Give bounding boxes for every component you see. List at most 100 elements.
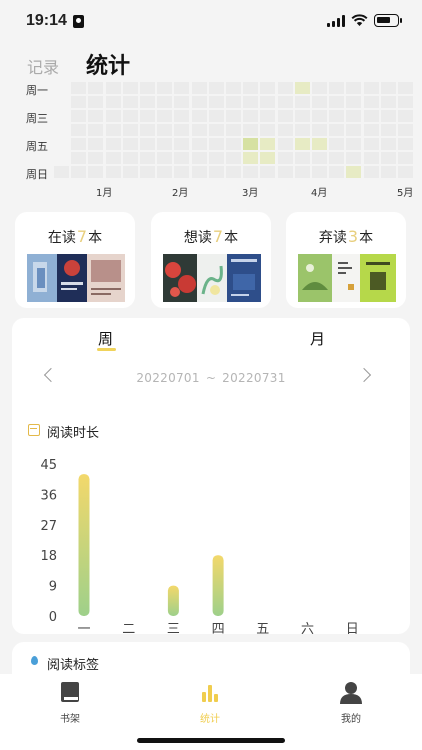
weekday-label: 周日 [26, 168, 48, 181]
heatmap-cell [260, 166, 276, 178]
heatmap-cell [398, 152, 413, 164]
date-start: 20220701 [136, 371, 200, 385]
heatmap-cell [88, 96, 104, 108]
heatmap-cell [243, 152, 259, 164]
heatmap-cell [208, 124, 224, 136]
card-title: 弃读3本 [286, 227, 406, 247]
tab-month[interactable]: 月 [310, 328, 325, 349]
heatmap-cell [277, 110, 293, 122]
heatmap-cell [243, 82, 259, 94]
heatmap-cell [312, 166, 327, 178]
card-abandoned[interactable]: 弃读3本 [286, 212, 406, 308]
card-unit: 本 [224, 230, 239, 246]
heatmap-cell [88, 152, 104, 164]
heatmap-cell [174, 138, 190, 150]
x-tick-label: 五 [256, 622, 269, 634]
x-tick-label: 一 [77, 622, 90, 634]
heatmap-cell [88, 166, 104, 178]
book-cover [163, 254, 197, 302]
tab-stats[interactable]: 统计 [86, 48, 130, 80]
heatmap-cell [329, 124, 345, 136]
heatmap-cell [363, 166, 379, 178]
tab-week-underline [97, 348, 116, 351]
heatmap-cell [71, 152, 87, 164]
card-want-to-read[interactable]: 想读7本 [151, 212, 271, 308]
card-unit: 本 [359, 230, 374, 246]
heatmap-cell [329, 96, 345, 108]
heatmap-cell [88, 110, 104, 122]
nav-bookshelf[interactable]: 书架 [40, 680, 100, 725]
nav-label: 书架 [60, 714, 80, 725]
heatmap-cell [140, 138, 155, 150]
heatmap-cell [191, 152, 207, 164]
heatmap-cell [122, 152, 138, 164]
heatmap-cell [380, 166, 396, 178]
status-time: 19:14 [26, 12, 67, 29]
heatmap-cell [88, 124, 104, 136]
heatmap-cell [363, 152, 379, 164]
y-tick-label: 9 [49, 580, 57, 595]
heatmap-cell [226, 138, 241, 150]
heatmap-cell [140, 152, 155, 164]
heatmap-cell [174, 124, 190, 136]
date-end: 20220731 [222, 371, 286, 385]
card-reading[interactable]: 在读7本 [15, 212, 135, 308]
nav-label: 我的 [341, 714, 361, 725]
heatmap-cell [380, 124, 396, 136]
heatmap-cell [105, 124, 121, 136]
heatmap-cell [398, 82, 413, 94]
heatmap-cell [208, 110, 224, 122]
heatmap-cell [105, 110, 121, 122]
nav-profile[interactable]: 我的 [321, 680, 381, 725]
y-tick-label: 36 [40, 488, 57, 503]
heatmap-cell [71, 166, 87, 178]
heatmap-cell [243, 166, 259, 178]
heatmap-cell [208, 166, 224, 178]
heatmap-cell [174, 166, 190, 178]
heatmap-cell [174, 110, 190, 122]
heatmap-cell [105, 82, 121, 94]
heatmap-cell [294, 110, 310, 122]
card-count: 7 [76, 227, 88, 246]
heatmap-cell [346, 166, 362, 178]
weekday-label: 周一 [26, 84, 48, 97]
heatmap-cell [191, 110, 207, 122]
heatmap-cell [71, 82, 87, 94]
tab-week[interactable]: 周 [98, 328, 113, 349]
card-label: 弃读 [318, 230, 347, 246]
month-label: 4月 [311, 188, 328, 199]
card-title: 想读7本 [151, 227, 271, 247]
card-count: 7 [212, 227, 224, 246]
portrait-lock-icon [73, 15, 84, 28]
heatmap-cell [346, 82, 362, 94]
heatmap-cell [346, 110, 362, 122]
book-cover [298, 254, 332, 302]
heatmap-cell [346, 96, 362, 108]
heatmap-cell [277, 96, 293, 108]
heatmap-cell [105, 166, 121, 178]
tab-record[interactable]: 记录 [27, 54, 59, 78]
wifi-icon [351, 14, 368, 26]
nav-stats[interactable]: 统计 [180, 680, 240, 725]
stats-panel: 周 月 20220701 ~20220731 阅读时长 0 9 18 27 36 45 一 二 三… [12, 318, 410, 634]
x-tick-label: 三 [167, 622, 180, 634]
heatmap-cell [226, 110, 241, 122]
y-tick-label: 45 [40, 458, 57, 473]
heatmap-cell [122, 110, 138, 122]
x-tick-label: 二 [122, 622, 135, 634]
book-icon [61, 682, 79, 702]
x-tick-label: 四 [212, 622, 225, 634]
heatmap-cell [260, 124, 276, 136]
heatmap-cell [277, 138, 293, 150]
heatmap-cell [398, 96, 413, 108]
card-title: 在读7本 [15, 227, 135, 247]
heatmap-cell [140, 96, 155, 108]
heatmap-cell [140, 82, 155, 94]
heatmap-cell [226, 96, 241, 108]
heatmap-cell [157, 152, 173, 164]
heatmap-cell [380, 82, 396, 94]
heatmap-cell [88, 82, 104, 94]
calendar-icon [28, 424, 40, 436]
heatmap-cell [294, 166, 310, 178]
month-label: 1月 [96, 188, 113, 199]
